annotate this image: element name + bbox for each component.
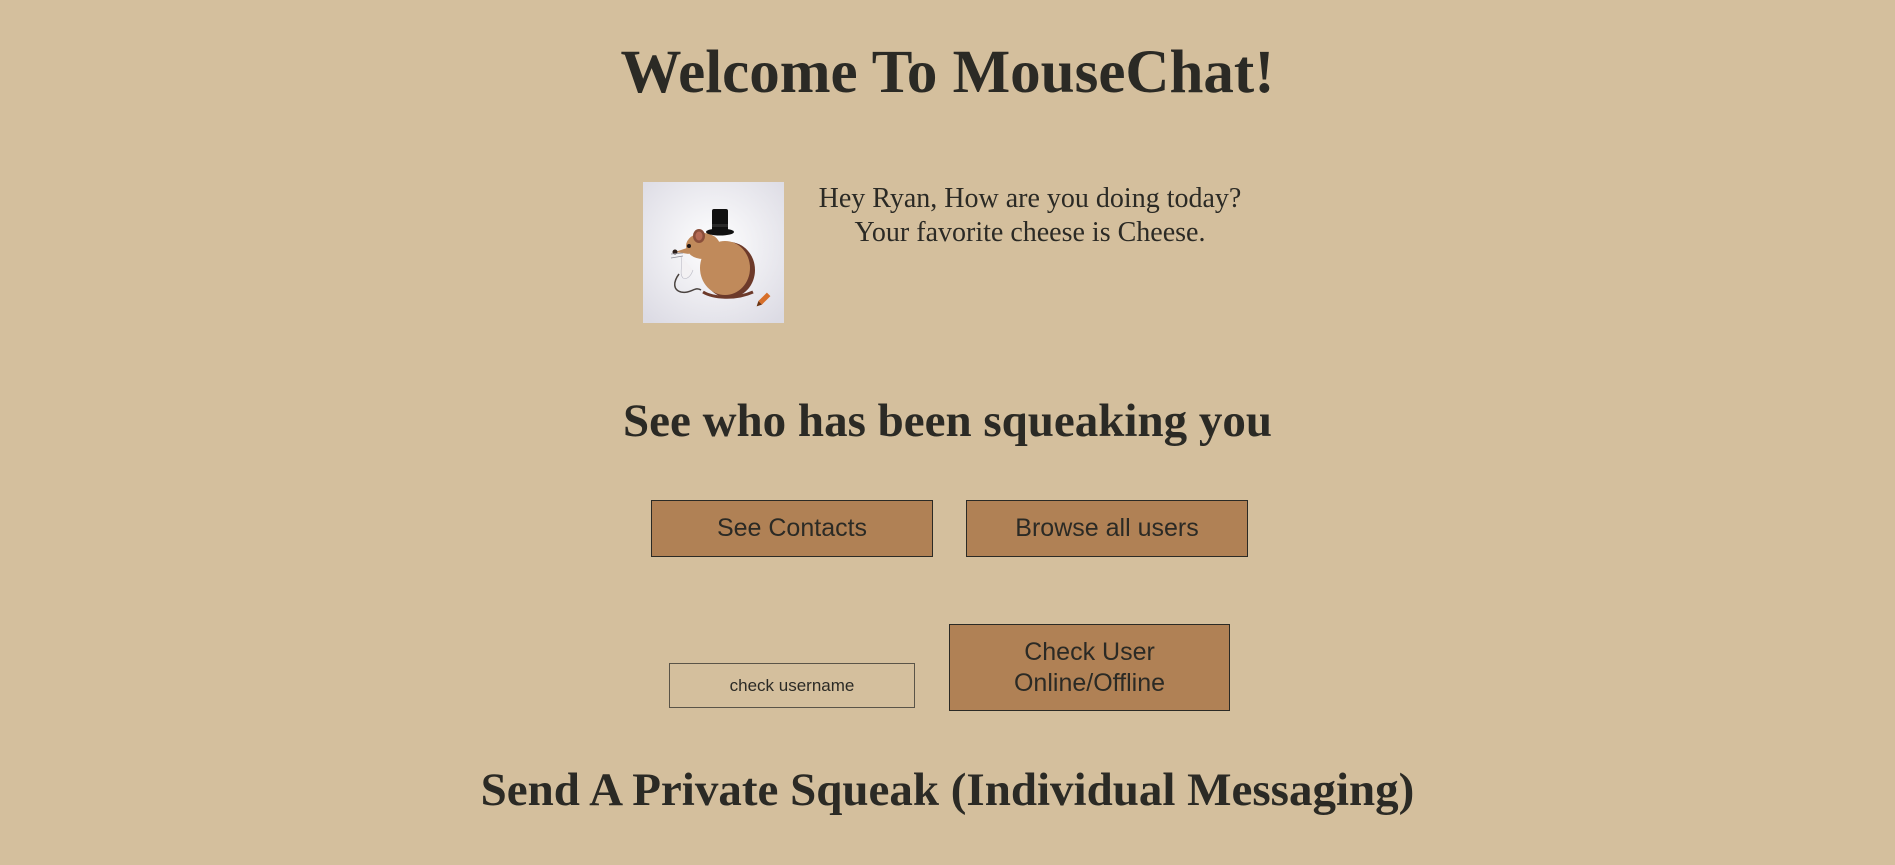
profile-avatar[interactable] <box>643 182 784 323</box>
check-username-input[interactable] <box>669 663 915 708</box>
greeting-line-2: Your favorite cheese is Cheese. <box>854 217 1206 248</box>
profile-card <box>643 182 784 323</box>
greeting-line-1: Hey Ryan, How are you doing today? <box>818 183 1242 214</box>
browse-all-users-button[interactable]: Browse all users <box>966 500 1248 557</box>
page-title: Welcome To MouseChat! <box>620 39 1275 106</box>
mouse-with-top-hat-icon <box>643 182 784 323</box>
private-squeak-title: Send A Private Squeak (Individual Messag… <box>480 764 1415 816</box>
see-contacts-button[interactable]: See Contacts <box>651 500 933 557</box>
check-user-online-button[interactable]: Check User Online/Offline <box>949 624 1230 711</box>
squeak-section-title: See who has been squeaking you <box>622 395 1273 447</box>
greeting-message: Hey Ryan, How are you doing today? Your … <box>790 182 1270 250</box>
